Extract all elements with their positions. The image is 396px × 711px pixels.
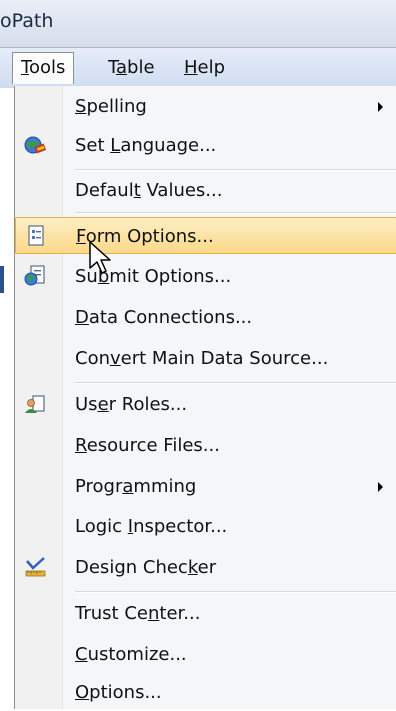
menu-separator: [75, 169, 396, 171]
form-options-icon: [28, 225, 44, 246]
title-bar: oPath: [0, 0, 396, 48]
menu-table-label-pre: T: [108, 57, 117, 78]
submit-options-icon: [24, 265, 45, 286]
window-edge-strip: [0, 266, 4, 293]
menu-table[interactable]: Table: [100, 52, 163, 84]
submenu-arrow-icon: [378, 482, 383, 492]
menu-bar: Tools Table Help: [0, 48, 396, 88]
menu-help[interactable]: Help: [176, 52, 233, 84]
menu-item-label: Set Language...: [75, 135, 217, 156]
menu-item-customize[interactable]: Customize...: [15, 636, 396, 673]
menu-table-mnemonic: a: [116, 57, 128, 78]
menu-item-user-roles[interactable]: User Roles...: [15, 386, 396, 423]
menu-item-data-connections[interactable]: Data Connections...: [15, 299, 396, 336]
app-title: oPath: [0, 10, 54, 32]
menu-tools[interactable]: Tools: [12, 52, 75, 84]
design-checker-icon: [25, 557, 46, 577]
menu-item-design-checker[interactable]: Design Checker: [15, 549, 396, 586]
menu-table-label-post: ble: [127, 57, 155, 78]
menu-item-label: User Roles...: [75, 394, 188, 415]
menu-item-label: Convert Main Data Source...: [75, 348, 329, 369]
menu-separator: [75, 382, 396, 384]
menu-separator: [75, 212, 396, 214]
menu-item-label: Trust Center...: [75, 603, 201, 624]
user-roles-icon: [25, 395, 45, 413]
menu-item-label: Data Connections...: [75, 307, 253, 328]
menu-item-label: Logic Inspector...: [75, 516, 228, 537]
menu-item-label: Customize...: [75, 644, 187, 665]
menu-item-trust-center[interactable]: Trust Center...: [15, 595, 396, 632]
menu-item-label: Design Checker: [75, 557, 217, 578]
menu-help-mnemonic: H: [184, 57, 198, 78]
menu-help-label-post: elp: [197, 57, 226, 78]
menu-item-form-options[interactable]: Form Options...: [15, 217, 396, 254]
menu-item-resource-files[interactable]: Resource Files...: [15, 427, 396, 464]
set-language-icon: [24, 136, 47, 154]
mouse-cursor-icon: [89, 241, 111, 274]
menu-item-options[interactable]: Options...: [15, 674, 396, 711]
submenu-arrow-icon: [378, 102, 383, 112]
menu-item-label: Programming: [75, 476, 197, 497]
menu-item-label: Options...: [75, 682, 162, 703]
menu-item-default-values[interactable]: Default Values...: [15, 172, 396, 209]
menu-item-label: Default Values...: [75, 180, 223, 201]
menu-item-label: Resource Files...: [75, 435, 220, 456]
tools-dropdown-menu: Spelling Set Language... Default Values.…: [14, 86, 396, 709]
menu-item-convert-main-data-source[interactable]: Convert Main Data Source...: [15, 340, 396, 377]
menu-item-submit-options[interactable]: Submit Options...: [15, 258, 396, 295]
menu-separator: [75, 591, 396, 593]
menu-item-label: Spelling: [75, 96, 147, 117]
menu-tools-label-post: ools: [28, 57, 66, 78]
menu-tools-mnemonic: T: [21, 57, 29, 78]
menu-item-spelling[interactable]: Spelling: [15, 88, 396, 125]
menu-item-programming[interactable]: Programming: [15, 468, 396, 505]
menu-item-logic-inspector[interactable]: Logic Inspector...: [15, 508, 396, 545]
menu-item-set-language[interactable]: Set Language...: [15, 127, 396, 164]
